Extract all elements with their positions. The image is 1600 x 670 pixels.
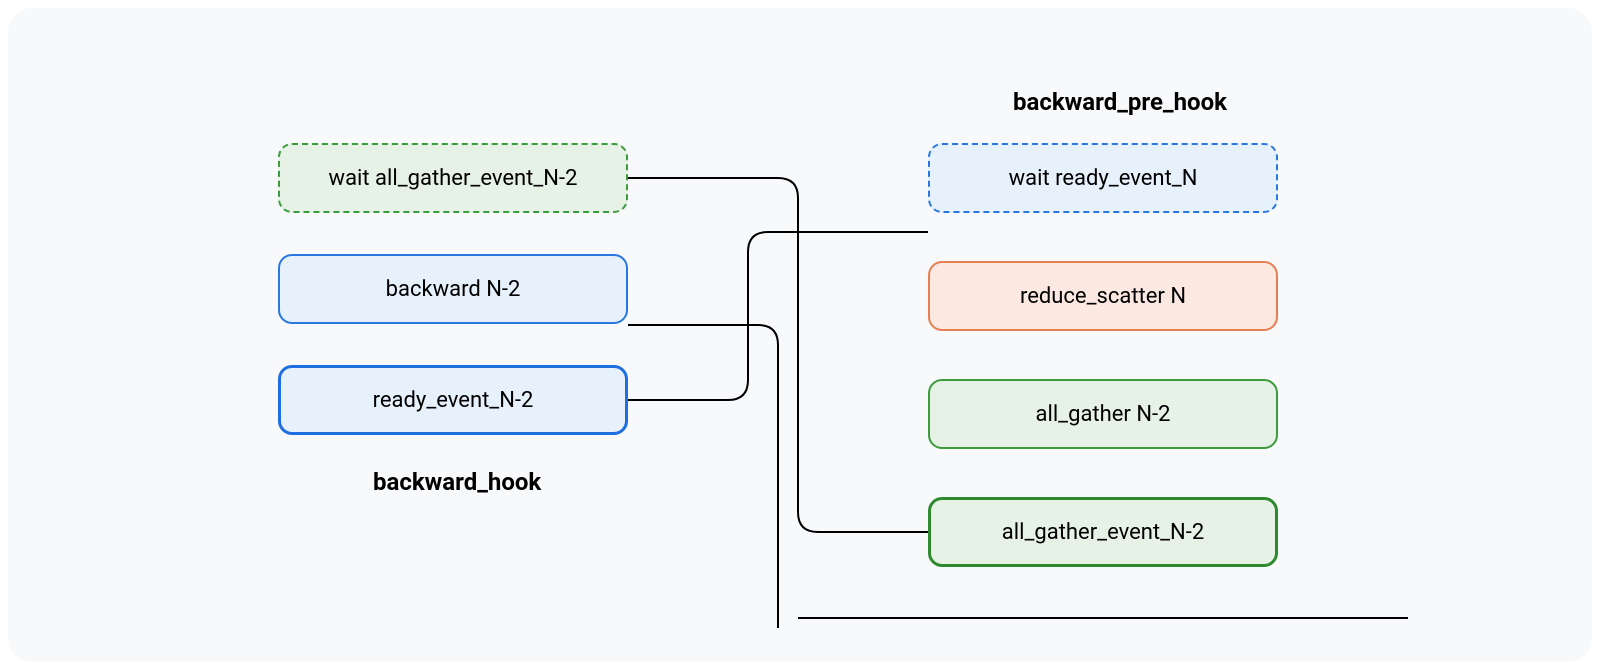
connectors <box>8 8 1592 662</box>
label-backward-hook: backward_hook <box>373 468 541 496</box>
node-all-gather-event: all_gather_event_N-2 <box>928 497 1278 567</box>
node-reduce-scatter: reduce_scatter N <box>928 261 1278 331</box>
node-backward: backward N-2 <box>278 254 628 324</box>
label-backward-pre-hook: backward_pre_hook <box>1013 88 1227 116</box>
node-ready-event: ready_event_N-2 <box>278 365 628 435</box>
diagram-canvas: backward_pre_hook backward_hook wait all… <box>8 8 1592 662</box>
node-wait-all-gather-event: wait all_gather_event_N-2 <box>278 143 628 213</box>
node-all-gather: all_gather N-2 <box>928 379 1278 449</box>
node-wait-ready-event: wait ready_event_N <box>928 143 1278 213</box>
